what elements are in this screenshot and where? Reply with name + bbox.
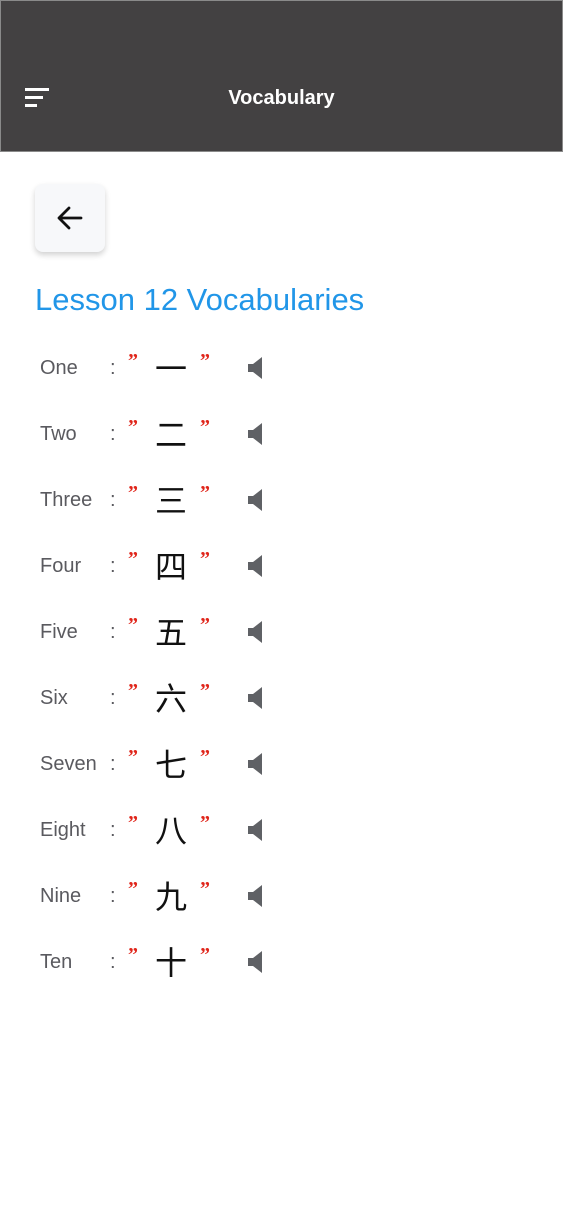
quote-open: ” [128, 482, 138, 504]
play-audio-button[interactable] [246, 883, 266, 909]
speaker-icon [248, 819, 262, 841]
vocabulary-word: One [40, 357, 78, 379]
chinese-character: 二 [154, 416, 187, 454]
chinese-character: 八 [154, 812, 187, 850]
play-audio-button[interactable] [246, 421, 266, 447]
quote-close: ” [200, 944, 210, 966]
speaker-icon [248, 687, 262, 709]
colon-separator: : [110, 753, 116, 775]
vocabulary-word: Seven [40, 753, 97, 775]
colon-separator: : [110, 885, 116, 907]
chinese-character: 十 [154, 944, 187, 982]
speaker-icon [248, 357, 262, 379]
app-header: Vocabulary [0, 0, 563, 152]
quote-close: ” [200, 482, 210, 504]
play-audio-button[interactable] [246, 685, 266, 711]
chinese-character: 三 [154, 482, 187, 520]
colon-separator: : [110, 423, 116, 445]
back-button[interactable] [35, 184, 105, 252]
vocabulary-word: Ten [40, 951, 73, 973]
play-audio-button[interactable] [246, 751, 266, 777]
play-audio-button[interactable] [246, 355, 266, 381]
arrow-left-icon [57, 206, 83, 230]
vocabulary-word: Four [40, 555, 82, 577]
quote-open: ” [128, 614, 138, 636]
colon-separator: : [110, 555, 116, 577]
vocabulary-word: Two [40, 423, 77, 445]
quote-open: ” [128, 746, 138, 768]
vocabulary-word: Six [40, 687, 68, 709]
speaker-icon [248, 753, 262, 775]
colon-separator: : [110, 687, 116, 709]
quote-open: ” [128, 548, 138, 570]
quote-open: ” [128, 680, 138, 702]
colon-separator: : [110, 357, 116, 379]
vocabulary-word: Eight [40, 819, 86, 841]
vocabulary-row-nine: Nine : ” 九 ” [0, 863, 563, 929]
vocabulary-word: Nine [40, 885, 82, 907]
quote-open: ” [128, 944, 138, 966]
speaker-icon [248, 555, 262, 577]
speaker-icon [248, 621, 262, 643]
quote-close: ” [200, 878, 210, 900]
vocabulary-row-three: Three : ” 三 ” [0, 467, 563, 533]
page-title: Vocabulary [228, 87, 335, 109]
play-audio-button[interactable] [246, 949, 266, 975]
colon-separator: : [110, 951, 116, 973]
play-audio-button[interactable] [246, 619, 266, 645]
vocabulary-row-five: Five : ” 五 ” [0, 599, 563, 665]
chinese-character: 六 [154, 680, 187, 718]
vocabulary-row-ten: Ten : ” 十 ” [0, 929, 563, 995]
quote-close: ” [200, 350, 210, 372]
vocabulary-row-four: Four : ” 四 ” [0, 533, 563, 599]
quote-close: ” [200, 416, 210, 438]
speaker-icon [248, 885, 262, 907]
speaker-icon [248, 489, 262, 511]
quote-open: ” [128, 878, 138, 900]
quote-close: ” [200, 680, 210, 702]
quote-close: ” [200, 746, 210, 768]
colon-separator: : [110, 489, 116, 511]
vocabulary-list: One : ” 一 ” Two : ” 二 ” Three : ” 三 ” Fo… [0, 335, 563, 995]
chinese-character: 七 [154, 746, 187, 784]
vocabulary-row-eight: Eight : ” 八 ” [0, 797, 563, 863]
chinese-character: 五 [154, 614, 187, 652]
vocabulary-row-two: Two : ” 二 ” [0, 401, 563, 467]
vocabulary-row-seven: Seven : ” 七 ” [0, 731, 563, 797]
quote-close: ” [200, 812, 210, 834]
vocabulary-row-one: One : ” 一 ” [0, 335, 563, 401]
quote-close: ” [200, 548, 210, 570]
chinese-character: 一 [154, 350, 187, 388]
quote-close: ” [200, 614, 210, 636]
colon-separator: : [110, 621, 116, 643]
speaker-icon [248, 951, 262, 973]
quote-open: ” [128, 812, 138, 834]
chinese-character: 四 [154, 548, 187, 586]
play-audio-button[interactable] [246, 487, 266, 513]
vocabulary-row-six: Six : ” 六 ” [0, 665, 563, 731]
vocabulary-word: Five [40, 621, 78, 643]
play-audio-button[interactable] [246, 817, 266, 843]
vocabulary-word: Three [40, 489, 93, 511]
colon-separator: : [110, 819, 116, 841]
speaker-icon [248, 423, 262, 445]
play-audio-button[interactable] [246, 553, 266, 579]
quote-open: ” [128, 350, 138, 372]
lesson-title: Lesson 12 Vocabularies [35, 282, 365, 317]
quote-open: ” [128, 416, 138, 438]
chinese-character: 九 [154, 878, 187, 916]
vocabulary-screen: Vocabulary Lesson 12 Vocabularies One : … [0, 0, 563, 1218]
